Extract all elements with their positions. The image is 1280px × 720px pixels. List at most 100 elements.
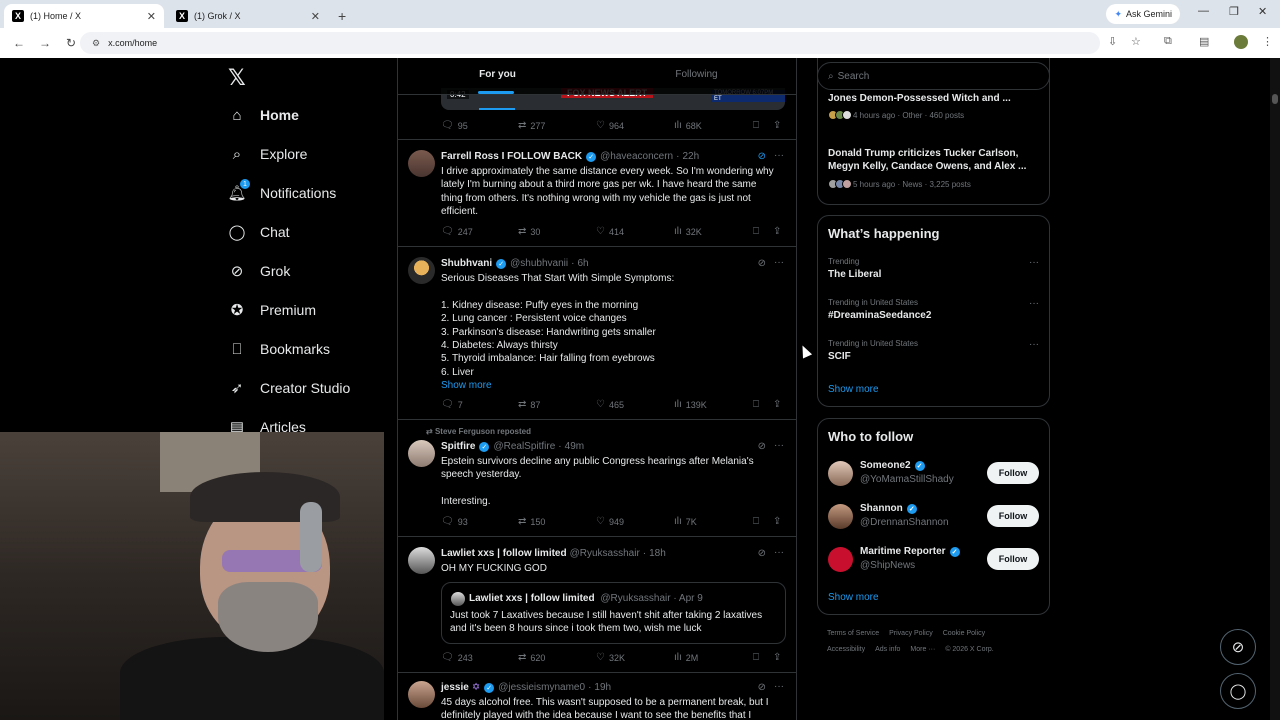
- ask-gemini-button[interactable]: ✦ Ask Gemini: [1106, 4, 1180, 24]
- menu-kebab-icon[interactable]: ⋮: [1262, 35, 1273, 48]
- account-handle[interactable]: @ShipNews: [860, 560, 915, 571]
- grok-icon[interactable]: ⊘: [758, 151, 766, 162]
- repost-button[interactable]: ⇄ 620: [518, 652, 545, 663]
- avatar[interactable]: [408, 150, 435, 177]
- profile-avatar[interactable]: [1234, 35, 1248, 49]
- share-button[interactable]: ⇪: [773, 226, 785, 237]
- show-more-link[interactable]: Show more: [828, 384, 879, 395]
- nav-grok[interactable]: ⊘ Grok: [228, 262, 291, 280]
- news-headline[interactable]: Donald Trump criticizes Tucker Carlson, …: [828, 147, 1042, 173]
- show-more-link[interactable]: Show more: [828, 592, 879, 603]
- footer-link[interactable]: More ···: [910, 646, 935, 653]
- chat-fab-icon[interactable]: ◯: [1220, 673, 1256, 709]
- share-button[interactable]: ⇪: [773, 652, 785, 663]
- repost-button[interactable]: ⇄ 150: [518, 516, 545, 527]
- grok-icon[interactable]: ⊘: [758, 258, 766, 269]
- extensions-icon[interactable]: ⧉: [1164, 35, 1172, 48]
- nav-notifications[interactable]: 🔔︎ 1 Notifications: [227, 179, 336, 202]
- tab-for-you[interactable]: For you: [398, 58, 597, 94]
- bookmark-button[interactable]: ⎕: [753, 652, 763, 663]
- account-handle[interactable]: @YoMamaStillShady: [860, 474, 954, 485]
- x-logo-icon[interactable]: 𝕏: [228, 66, 246, 91]
- repost-button[interactable]: ⇄ 277: [518, 120, 545, 131]
- repost-button[interactable]: ⇄ 30: [518, 226, 540, 237]
- author-name[interactable]: Farrell Ross I FOLLOW BACK: [441, 151, 582, 162]
- reload-icon[interactable]: ↻: [64, 36, 78, 50]
- post[interactable]: jessie ✡ ✓ @jessieismyname0 · 19h ⊘ ··· …: [398, 673, 796, 720]
- new-tab-icon[interactable]: +: [338, 8, 346, 24]
- follow-button[interactable]: Follow: [987, 548, 1039, 570]
- author-name[interactable]: Spitfire: [441, 441, 475, 452]
- views-button[interactable]: ılı 139K: [674, 399, 707, 410]
- follow-button[interactable]: Follow: [987, 505, 1039, 527]
- views-button[interactable]: ılı 32K: [674, 226, 702, 237]
- account-name[interactable]: Someone2 ✓: [860, 460, 925, 471]
- sidepanel-icon[interactable]: ▤: [1199, 35, 1209, 48]
- reply-button[interactable]: 🗨︎ 93: [441, 516, 468, 527]
- share-button[interactable]: ⇪: [773, 120, 785, 131]
- avatar[interactable]: [828, 461, 853, 486]
- grok-icon[interactable]: ⊘: [758, 682, 766, 693]
- more-icon[interactable]: ···: [774, 440, 784, 451]
- footer-link[interactable]: Cookie Policy: [943, 630, 985, 637]
- account-name[interactable]: Shannon ✓: [860, 503, 917, 514]
- views-button[interactable]: ılı 2M: [674, 652, 698, 663]
- grok-icon[interactable]: ⊘: [758, 441, 766, 452]
- scrollbar[interactable]: [1270, 58, 1280, 720]
- views-button[interactable]: ılı 7K: [674, 516, 697, 527]
- bookmark-button[interactable]: ⎕: [753, 226, 763, 237]
- reply-button[interactable]: 🗨︎ 243: [441, 652, 473, 663]
- footer-link[interactable]: Accessibility: [827, 646, 865, 653]
- minimize-icon[interactable]: —: [1198, 5, 1209, 17]
- reply-button[interactable]: 🗨︎ 7: [441, 399, 463, 410]
- avatar[interactable]: [408, 440, 435, 467]
- trend-name[interactable]: SCIF: [828, 351, 851, 362]
- more-icon[interactable]: ···: [774, 547, 784, 558]
- grok-icon[interactable]: ⊘: [758, 548, 766, 559]
- repost-button[interactable]: ⇄ 87: [518, 399, 540, 410]
- more-icon[interactable]: ···: [774, 257, 784, 268]
- more-icon[interactable]: ···: [1029, 257, 1039, 268]
- author-name[interactable]: jessie: [441, 682, 469, 693]
- avatar[interactable]: [408, 257, 435, 284]
- reply-button[interactable]: 🗨︎ 95: [441, 120, 468, 131]
- footer-link[interactable]: Privacy Policy: [889, 630, 933, 637]
- follow-button[interactable]: Follow: [987, 462, 1039, 484]
- post-time[interactable]: 49m: [565, 441, 584, 452]
- avatar[interactable]: [828, 547, 853, 572]
- like-button[interactable]: ♡ 465: [596, 399, 624, 410]
- window-close-icon[interactable]: ✕: [1258, 5, 1267, 18]
- bookmark-button[interactable]: ⎕: [753, 399, 763, 410]
- post[interactable]: ⇄ Steve Ferguson reposted Spitfire ✓ @Re…: [398, 420, 796, 537]
- post[interactable]: Lawliet xxs | follow limited @Ryuksassha…: [398, 537, 796, 673]
- share-button[interactable]: ⇪: [773, 516, 785, 527]
- nav-creator-studio[interactable]: ➶ Creator Studio: [228, 379, 351, 397]
- post-time[interactable]: 22h: [682, 151, 699, 162]
- nav-chat[interactable]: ◯ Chat: [228, 223, 290, 241]
- bookmark-button[interactable]: ⎕: [753, 516, 763, 527]
- author-handle[interactable]: @haveaconcern: [600, 151, 673, 162]
- bookmark-star-icon[interactable]: ☆: [1131, 35, 1141, 48]
- footer-link[interactable]: Terms of Service: [827, 630, 879, 637]
- reposted-by[interactable]: ⇄ Steve Ferguson reposted: [426, 427, 531, 436]
- like-button[interactable]: ♡ 414: [596, 226, 624, 237]
- more-icon[interactable]: ···: [1029, 339, 1039, 350]
- quoted-post[interactable]: Lawliet xxs | follow limited @Ryuksassha…: [441, 582, 786, 644]
- account-name[interactable]: Maritime Reporter ✓: [860, 546, 960, 557]
- author-name[interactable]: Lawliet xxs | follow limited: [441, 548, 567, 559]
- reply-button[interactable]: 🗨︎ 247: [441, 226, 473, 237]
- trend-name[interactable]: The Liberal: [828, 269, 881, 280]
- grok-fab-icon[interactable]: ⊘: [1220, 629, 1256, 665]
- back-icon[interactable]: ←: [12, 36, 26, 50]
- nav-home[interactable]: ⌂ Home: [228, 106, 298, 124]
- nav-premium[interactable]: ✪ Premium: [228, 301, 316, 319]
- install-app-icon[interactable]: ⇩: [1108, 35, 1117, 48]
- post[interactable]: Shubhvani ✓ @shubhvanii · 6h ⊘ ··· Serio…: [398, 247, 796, 420]
- nav-explore[interactable]: ⌕ Explore: [228, 145, 308, 163]
- account-handle[interactable]: @DrennanShannon: [860, 517, 949, 528]
- trend-name[interactable]: #DreaminaSeedance2: [828, 310, 931, 321]
- avatar[interactable]: [828, 504, 853, 529]
- more-icon[interactable]: ···: [774, 150, 784, 161]
- author-handle[interactable]: @shubhvanii: [510, 258, 568, 269]
- browser-tab-home[interactable]: X (1) Home / X ✕: [4, 4, 164, 28]
